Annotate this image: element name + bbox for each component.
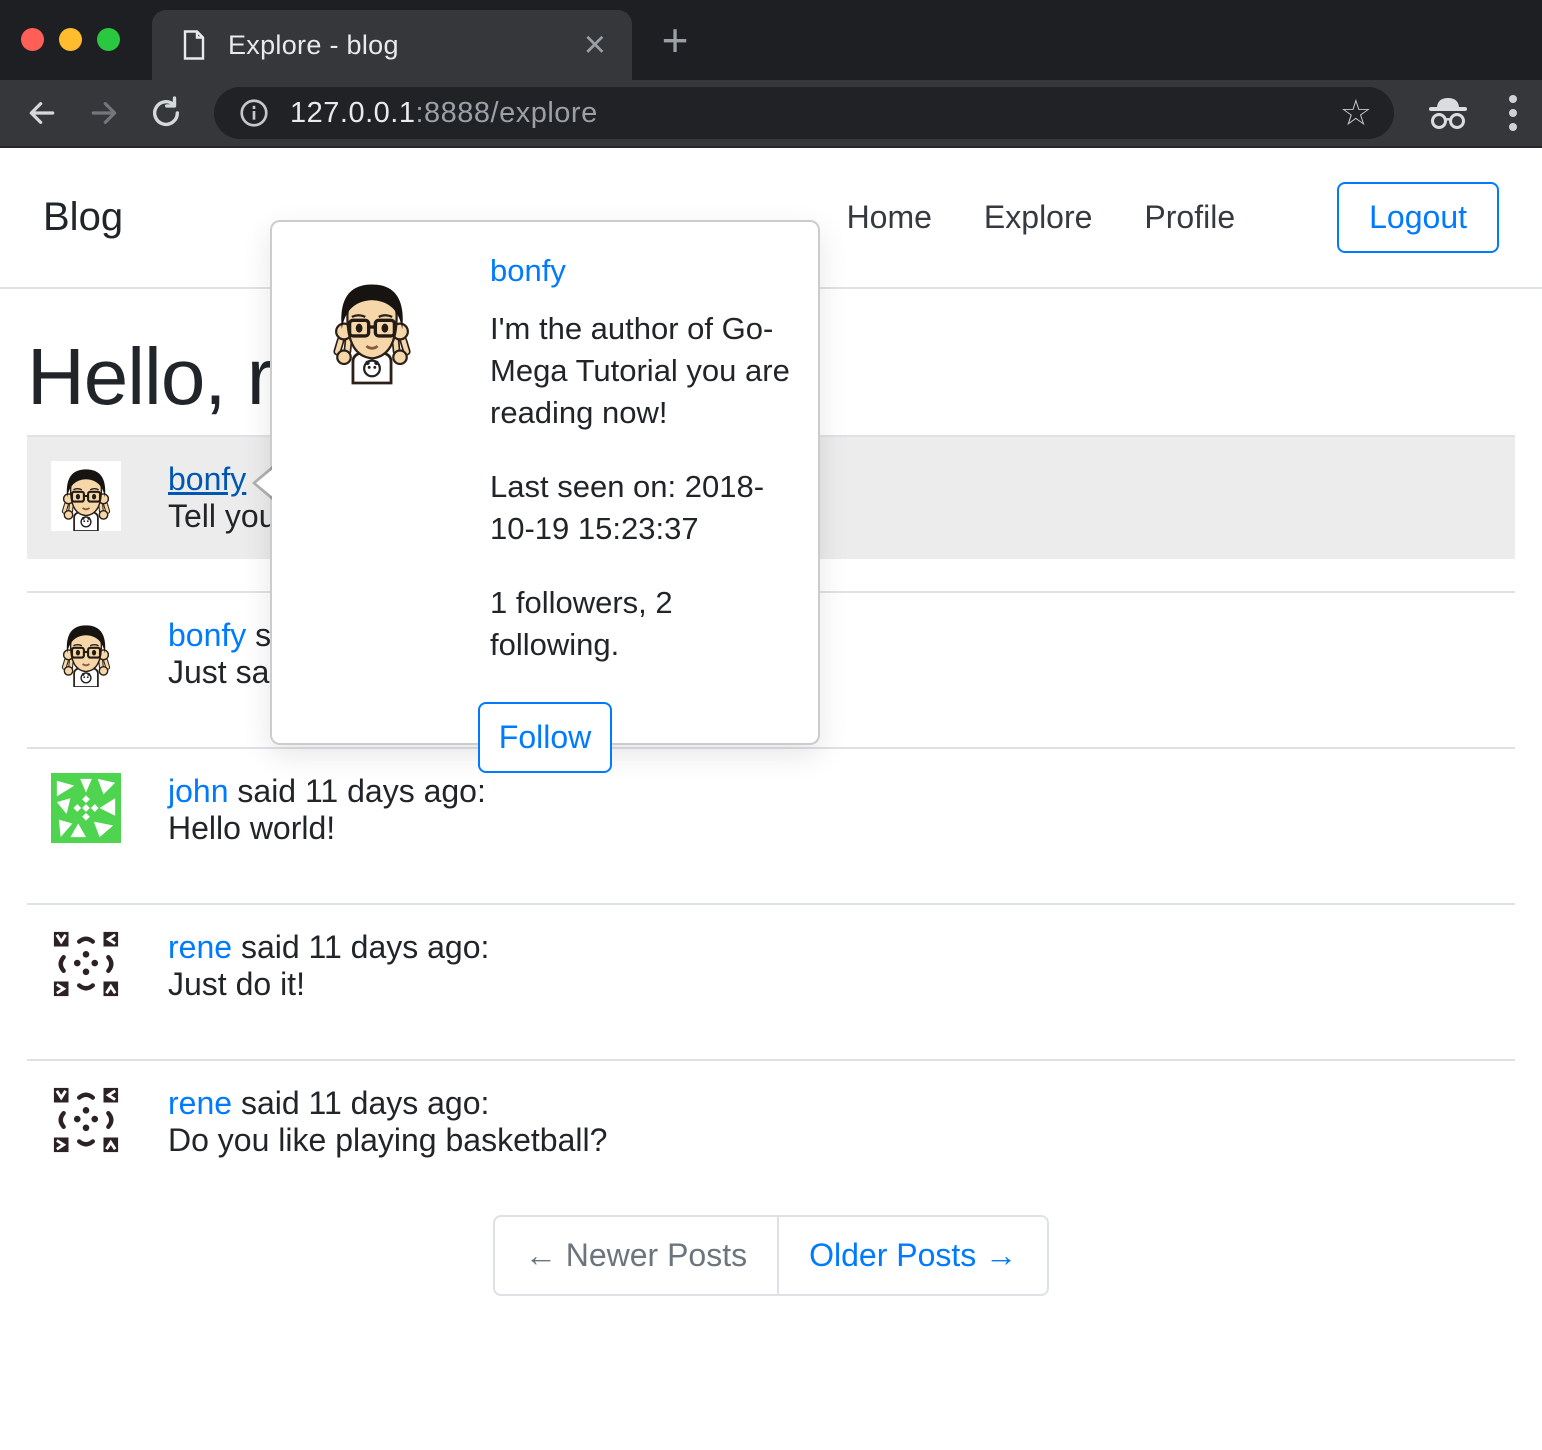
user-avatar [51,617,121,687]
page-icon [182,30,206,60]
post-row: rene said 11 days ago: Do you like playi… [27,1059,1515,1183]
author-link[interactable]: rene [168,929,232,965]
url-path: :8888/explore [415,97,597,130]
follow-button[interactable]: Follow [478,702,612,773]
close-window-button[interactable] [21,28,44,51]
post-meta: john said 11 days ago: [168,773,486,810]
user-avatar [51,773,121,843]
post-body: Do you like playing basketball? [168,1122,607,1159]
forward-button[interactable] [84,93,124,133]
brand[interactable]: Blog [43,195,123,240]
back-button[interactable] [22,93,62,133]
post-meta: rene said 11 days ago: [168,1085,607,1122]
popover-body: bonfy I'm the author of Go-Mega Tutorial… [490,250,794,743]
author-link[interactable]: rene [168,1085,232,1121]
post-row: rene said 11 days ago: Just do it! [27,903,1515,1027]
user-avatar [51,1085,121,1155]
tab-close-icon[interactable]: × [584,26,606,64]
popover-username-link[interactable]: bonfy [490,250,566,292]
post-body: Tell you [168,498,277,535]
browser-toolbar: 127.0.0.1:8888/explore ☆ [0,80,1542,148]
new-tab-button[interactable]: + [652,18,698,64]
author-link[interactable]: bonfy [168,617,246,653]
site-info-icon[interactable] [238,97,270,129]
nav-link-home[interactable]: Home [847,199,932,236]
author-link[interactable]: bonfy [168,461,246,497]
author-link[interactable]: john [168,773,229,809]
nav-links: Home Explore Profile Logout [847,182,1499,253]
post-body: Just do it! [168,966,489,1003]
older-posts-button[interactable]: Older Posts → [777,1215,1049,1296]
browser-tab[interactable]: Explore - blog × [152,10,632,80]
post-meta: bonfy s [168,617,271,654]
bookmark-star-icon[interactable]: ☆ [1340,92,1372,134]
incognito-icon [1424,95,1472,131]
tab-title: Explore - blog [228,30,399,61]
post-body: Hello world! [168,810,486,847]
post-meta: rene said 11 days ago: [168,929,489,966]
user-avatar [51,929,121,999]
zoom-window-button[interactable] [97,28,120,51]
popover-follow-stats: 1 followers, 2 following. [490,582,794,666]
nav-link-profile[interactable]: Profile [1144,199,1235,236]
user-avatar [51,461,121,531]
user-popover: bonfy I'm the author of Go-Mega Tutorial… [270,220,820,745]
address-bar[interactable]: 127.0.0.1:8888/explore ☆ [214,87,1394,139]
browser-menu-icon[interactable] [1508,93,1518,133]
nav-link-explore[interactable]: Explore [984,199,1093,236]
popover-bio: I'm the author of Go-Mega Tutorial you a… [490,308,794,434]
pagination: ← Newer Posts Older Posts → [27,1215,1515,1296]
browser-tab-strip: Explore - blog × + [0,0,1542,80]
reload-button[interactable] [146,93,186,133]
url-host: 127.0.0.1 [290,97,415,130]
window-controls [21,28,120,51]
popover-user-avatar [316,266,428,388]
minimize-window-button[interactable] [59,28,82,51]
logout-button[interactable]: Logout [1337,182,1499,253]
post-body: Just sa [168,654,271,691]
newer-posts-button[interactable]: ← Newer Posts [493,1215,779,1296]
popover-last-seen: Last seen on: 2018-10-19 15:23:37 [490,466,794,550]
